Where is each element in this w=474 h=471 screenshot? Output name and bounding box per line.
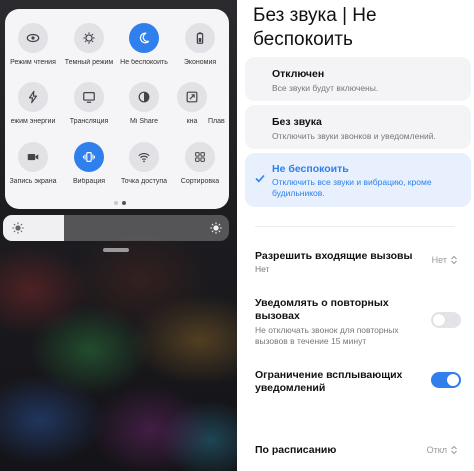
tile-vibration[interactable]: Вибрация: [61, 142, 117, 185]
tile-mi-share[interactable]: Mi Share: [116, 82, 172, 125]
allow-calls-row[interactable]: Разрешить входящие вызовы Нет Нет: [237, 244, 474, 278]
moon-icon: [129, 23, 159, 53]
hotspot-icon: [129, 142, 159, 172]
dark-mode-icon: [74, 23, 104, 53]
tile-label: Экономия: [183, 59, 217, 66]
toggle-knob: [447, 374, 459, 386]
tile-label: Вибрация: [72, 178, 106, 185]
row-subtitle: Нет: [255, 264, 270, 274]
schedule-row[interactable]: По расписанию Откл: [237, 438, 474, 466]
repeat-calls-row: Уведомлять о повторных вызовах Не отключ…: [237, 294, 474, 350]
tile-label: Сортировка: [180, 178, 220, 185]
mode-option-off[interactable]: Отключен Все звуки будут включены.: [245, 57, 471, 101]
mode-description: Все звуки будут включены.: [272, 83, 379, 93]
tile-reading-mode[interactable]: Режим чтения: [5, 23, 61, 66]
up-down-chevron-icon: [451, 255, 457, 265]
toggle-knob: [433, 314, 445, 326]
limit-popups-toggle[interactable]: [431, 372, 461, 388]
mode-description: Отключить все звуки и вибрацию, кроме бу…: [272, 177, 432, 198]
row-title: Ограничение всплывающих уведомлений: [255, 369, 403, 394]
tile-label: Трансляция: [69, 118, 109, 125]
page-dot-active: [122, 201, 126, 205]
tile-label: ежим энергии: [10, 118, 56, 125]
row-title: Разрешить входящие вызовы: [255, 250, 413, 262]
page-title: Без звука | Не беспокоить: [253, 5, 377, 50]
mi-share-icon: [129, 82, 159, 112]
mode-title: Не беспокоить: [272, 163, 349, 175]
tile-label: Mi Share: [129, 118, 158, 125]
battery-icon: [185, 23, 215, 53]
eye-icon: [18, 23, 48, 53]
lightning-icon: [18, 82, 48, 112]
row-title: Уведомлять о повторных вызовах: [255, 297, 389, 322]
limit-popups-row: Ограничение всплывающих уведомлений: [237, 366, 474, 398]
tile-do-not-disturb[interactable]: Не беспокоить: [116, 23, 172, 66]
mode-title: Без звука: [272, 116, 322, 128]
tile-screen-record[interactable]: Запись экрана: [5, 142, 61, 185]
tile-label: Запись экрана: [9, 178, 57, 185]
mode-option-silent[interactable]: Без звука Отключить звуки звонков и увед…: [245, 105, 471, 149]
tile-sort[interactable]: Сортировка: [172, 142, 228, 185]
tile-cast[interactable]: Трансляция: [61, 82, 117, 125]
tile-label: Режим чтения: [10, 59, 56, 66]
tile-window[interactable]: кна: [172, 82, 212, 125]
mode-description: Отключить звуки звонков и уведомлений.: [272, 131, 436, 141]
tile-power-mode[interactable]: ежим энергии: [5, 82, 61, 125]
brightness-low-icon: [12, 222, 24, 234]
drag-handle[interactable]: [103, 248, 129, 252]
window-icon: [177, 82, 207, 112]
mode-option-dnd[interactable]: Не беспокоить Отключить все звуки и вибр…: [245, 153, 471, 207]
row-value-text: Нет: [431, 255, 447, 265]
divider: [255, 226, 455, 227]
grid-icon: [185, 142, 215, 172]
row-value-text: Откл: [426, 445, 447, 455]
settings-screen: Без звука | Не беспокоить Отключен Все з…: [237, 0, 474, 471]
tile-label: Плав: [208, 118, 225, 125]
row-value: Нет: [432, 255, 458, 265]
row-title: По расписанию: [255, 444, 337, 456]
tile-label: Точка доступа: [120, 178, 168, 185]
mode-title: Отключен: [272, 68, 325, 80]
row-description: Не отключать звонок для повторных вызово…: [255, 325, 399, 346]
checkmark-icon: [255, 174, 265, 183]
quick-settings-panel: Режим чтения Темный режим Не беспокоить …: [5, 9, 229, 209]
up-down-chevron-icon: [451, 445, 457, 455]
video-camera-icon: [18, 142, 48, 172]
control-center: Режим чтения Темный режим Не беспокоить …: [0, 0, 237, 471]
tile-hotspot[interactable]: Точка доступа: [116, 142, 172, 185]
tile-label: кна: [186, 118, 198, 125]
tile-battery-saver[interactable]: Экономия: [172, 23, 228, 66]
row-value: Откл: [427, 445, 458, 455]
page-dot: [114, 201, 118, 205]
vibration-icon: [74, 142, 104, 172]
cast-icon: [74, 82, 104, 112]
repeat-calls-toggle[interactable]: [431, 312, 461, 328]
tile-floating[interactable]: Плав: [208, 82, 229, 125]
tile-dark-mode[interactable]: Темный режим: [61, 23, 117, 66]
brightness-slider[interactable]: [3, 215, 229, 241]
brightness-high-icon: [210, 222, 222, 234]
tile-label: Не беспокоить: [120, 59, 168, 66]
tile-label: Темный режим: [64, 59, 114, 66]
page-indicator: [114, 201, 128, 207]
